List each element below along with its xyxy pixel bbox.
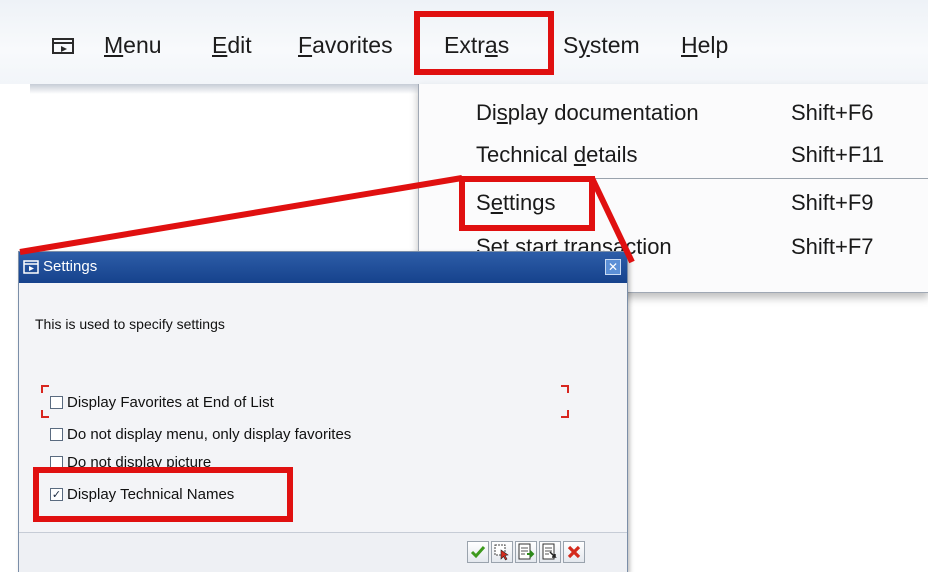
- option-label: Display Favorites at End of List: [67, 394, 274, 411]
- menu-item-technical-details[interactable]: Technical details Shift+F11: [419, 136, 928, 178]
- cancel-button[interactable]: [563, 541, 585, 563]
- export-button[interactable]: [515, 541, 537, 563]
- menu-item-shortcut: Shift+F6: [791, 100, 874, 125]
- focus-bracket: [41, 410, 49, 418]
- document-import-icon: [542, 543, 557, 560]
- dialog-toolbar: [19, 532, 627, 572]
- menu-entry-icon[interactable]: [52, 37, 74, 55]
- annotation-box-extras: [414, 11, 554, 75]
- confirm-button[interactable]: [467, 541, 489, 563]
- checkmark-icon: [470, 546, 486, 559]
- menu-item-display-documentation[interactable]: Display documentation Shift+F6: [419, 94, 928, 136]
- focus-bracket: [561, 410, 569, 418]
- menu-item-shortcut: Shift+F9: [791, 190, 874, 215]
- annotation-box-settings: [459, 176, 595, 231]
- menu-edit[interactable]: Edit: [212, 30, 252, 60]
- annotation-box-technical-names: [33, 467, 293, 522]
- menu-system[interactable]: System: [563, 30, 640, 60]
- settings-dialog: Settings ✕ This is used to specify setti…: [18, 251, 628, 572]
- menu-item-label: Display documentation: [476, 100, 699, 125]
- menu-entry-icon: [23, 260, 39, 274]
- select-cursor-icon: [494, 544, 509, 561]
- dialog-title: Settings: [43, 258, 98, 275]
- menu-favorites[interactable]: Favorites: [298, 30, 393, 60]
- close-icon[interactable]: ✕: [605, 259, 621, 275]
- cancel-icon: [567, 545, 581, 559]
- menu-help[interactable]: Help: [681, 30, 728, 60]
- option-label: Do not display menu, only display favori…: [67, 426, 352, 443]
- menu-item-shortcut: Shift+F11: [791, 142, 885, 167]
- document-export-icon: [518, 543, 535, 560]
- checkbox[interactable]: [50, 428, 63, 441]
- menu-item-shortcut: Shift+F7: [791, 234, 874, 259]
- select-button[interactable]: [491, 541, 513, 563]
- menu-menu[interactable]: Menu: [104, 30, 162, 60]
- dialog-titlebar[interactable]: Settings ✕: [19, 252, 627, 283]
- menubar-shadow: [30, 84, 420, 94]
- menu-item-label: Technical details: [476, 142, 638, 167]
- dialog-description: This is used to specify settings: [35, 316, 225, 332]
- checkbox[interactable]: [50, 396, 63, 409]
- import-button[interactable]: [539, 541, 561, 563]
- focus-bracket: [41, 385, 49, 393]
- focus-bracket: [561, 385, 569, 393]
